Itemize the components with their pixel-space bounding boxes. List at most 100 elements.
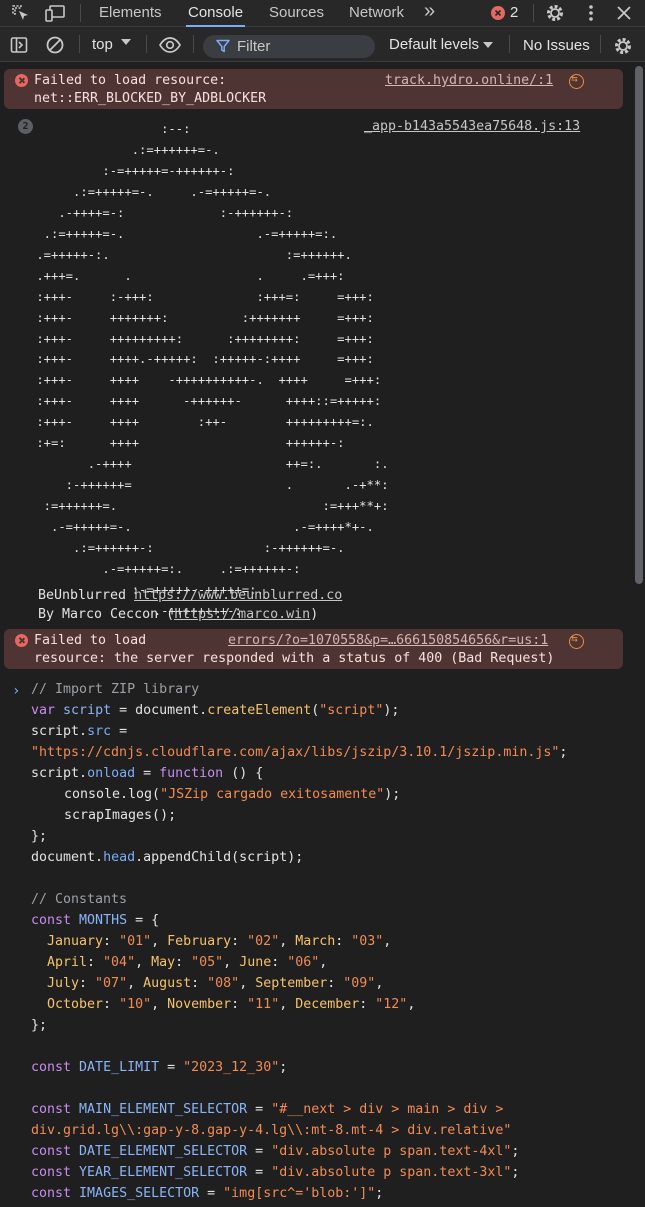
- code-line: document.head.appendChild(script);: [31, 847, 303, 868]
- code-string: "div.absolute p span.text-4xl": [271, 1144, 512, 1159]
- console-scrollbar[interactable]: [633, 62, 645, 1207]
- toolbar-separator: [146, 35, 147, 53]
- code-token: script: [31, 724, 80, 739]
- credit-text: By Marco Ceccon (: [38, 607, 175, 622]
- code-token: :: [103, 934, 120, 949]
- code-token: () {: [223, 766, 264, 781]
- source-mapped-icon[interactable]: [569, 632, 584, 649]
- sidebar-toggle-icon[interactable]: [9, 35, 29, 55]
- code-string: "02": [247, 934, 280, 949]
- console-settings-gear-icon[interactable]: [613, 36, 633, 56]
- toolbar-separator: [193, 35, 194, 53]
- more-tabs-button[interactable]: »: [424, 0, 435, 24]
- credit-link[interactable]: https://marco.win: [174, 607, 310, 622]
- close-devtools-icon[interactable]: [614, 3, 634, 23]
- code-string: "https://cdnjs.cloudflare.com/ajax/libs/…: [31, 745, 560, 760]
- clear-console-icon[interactable]: [45, 35, 65, 55]
- code-function: createElement: [207, 703, 312, 718]
- code-token: ,: [223, 955, 240, 970]
- context-selector[interactable]: top: [92, 36, 131, 56]
- error-icon: [15, 634, 28, 647]
- code-token: :: [335, 934, 352, 949]
- code-string: "05": [191, 955, 224, 970]
- code-key: August: [143, 976, 192, 991]
- code-line: // Constants: [31, 889, 127, 910]
- code-string: "10": [119, 997, 152, 1012]
- inspect-element-icon[interactable]: [10, 3, 30, 23]
- code-line: const MAIN_ELEMENT_SELECTOR = "#__next >…: [31, 1099, 503, 1120]
- error-source-link[interactable]: errors/?o=1070558&p=…666150854656&r=us:1: [228, 633, 548, 648]
- code-token: :: [271, 955, 288, 970]
- code-line: console.log("JSZip cargado exitosamente"…: [64, 784, 400, 805]
- code-token: = {: [127, 913, 160, 928]
- code-key: January: [47, 934, 104, 949]
- code-token: =: [247, 1165, 272, 1180]
- devtools-tab-bar: Elements Console Sources Network » 2: [0, 0, 645, 27]
- code-constant: YEAR_ELEMENT_SELECTOR: [79, 1165, 248, 1180]
- code-string: "03": [351, 934, 384, 949]
- code-string: "img[src^='blob:']": [223, 1186, 376, 1201]
- code-line: "https://cdnjs.cloudflare.com/ajax/libs/…: [31, 742, 567, 763]
- code-token: :: [103, 997, 120, 1012]
- code-line: };: [31, 826, 47, 847]
- code-token: :: [79, 976, 96, 991]
- code-token: ,: [279, 934, 296, 949]
- code-key: March: [295, 934, 336, 949]
- code-token: ,: [239, 976, 256, 991]
- code-token: document: [31, 850, 96, 865]
- code-token: ,: [127, 976, 144, 991]
- code-key: October: [47, 997, 104, 1012]
- code-line: January: "01", February: "02", March: "0…: [47, 931, 391, 952]
- tab-elements[interactable]: Elements: [99, 0, 162, 26]
- source-mapped-icon[interactable]: [569, 72, 584, 89]
- code-property: src: [87, 724, 112, 739]
- kebab-menu-icon[interactable]: [581, 3, 601, 23]
- live-expression-eye-icon[interactable]: [158, 35, 182, 55]
- code-token: };: [31, 1018, 48, 1033]
- code-token: ,: [135, 955, 152, 970]
- code-key: December: [295, 997, 360, 1012]
- error-source-link[interactable]: track.hydro.online/:1: [385, 73, 553, 88]
- device-toolbar-icon[interactable]: [44, 3, 65, 23]
- toolbar-separator: [79, 35, 80, 53]
- code-token: :: [327, 976, 344, 991]
- code-token: .: [95, 850, 104, 865]
- code-key: April: [47, 955, 88, 970]
- code-line: const MONTHS = {: [31, 910, 159, 931]
- code-token: =: [247, 1102, 272, 1117]
- tab-console[interactable]: Console: [185, 0, 246, 27]
- scrollbar-thumb[interactable]: [635, 66, 643, 584]
- code-key: May: [151, 955, 176, 970]
- settings-gear-icon[interactable]: [545, 3, 565, 23]
- error-text: net::ERR_BLOCKED_BY_ADBLOCKER: [34, 91, 267, 106]
- code-key: November: [167, 997, 232, 1012]
- log-source-link[interactable]: _app-b143a5543ea75648.js:13: [364, 119, 580, 134]
- context-selector-label: top: [92, 36, 113, 53]
- filter-funnel-icon: [216, 39, 230, 57]
- credit-text: BeUnblurred: [38, 588, 135, 603]
- issues-button[interactable]: No Issues: [523, 37, 590, 54]
- code-keyword: const: [31, 1186, 72, 1201]
- filter-input[interactable]: Filter: [203, 35, 375, 58]
- caret-down-icon: [483, 42, 493, 48]
- code-string: "script": [319, 703, 384, 718]
- log-levels-dropdown[interactable]: Default levels: [389, 36, 493, 56]
- error-icon: [15, 74, 28, 87]
- credit-line: BeUnblurred https://www.beunblurred.co: [38, 585, 342, 606]
- code-token: console.log(: [64, 787, 161, 802]
- code-line: script.src =: [31, 721, 135, 742]
- tab-sources[interactable]: Sources: [269, 0, 324, 26]
- code-key: September: [255, 976, 328, 991]
- credit-link[interactable]: https://www.beunblurred.co: [134, 588, 342, 603]
- code-token: :: [87, 955, 104, 970]
- code-token: :: [175, 955, 192, 970]
- tab-network[interactable]: Network: [349, 0, 404, 26]
- code-constant: DATE_ELEMENT_SELECTOR: [79, 1144, 248, 1159]
- code-line: const DATE_ELEMENT_SELECTOR = "div.absol…: [31, 1141, 519, 1162]
- code-token: .: [199, 703, 208, 718]
- code-token: ;: [375, 1186, 384, 1201]
- code-string: "08": [207, 976, 240, 991]
- code-key: June: [239, 955, 272, 970]
- code-comment: // Import ZIP library: [31, 682, 200, 697]
- log-levels-label: Default levels: [389, 36, 480, 53]
